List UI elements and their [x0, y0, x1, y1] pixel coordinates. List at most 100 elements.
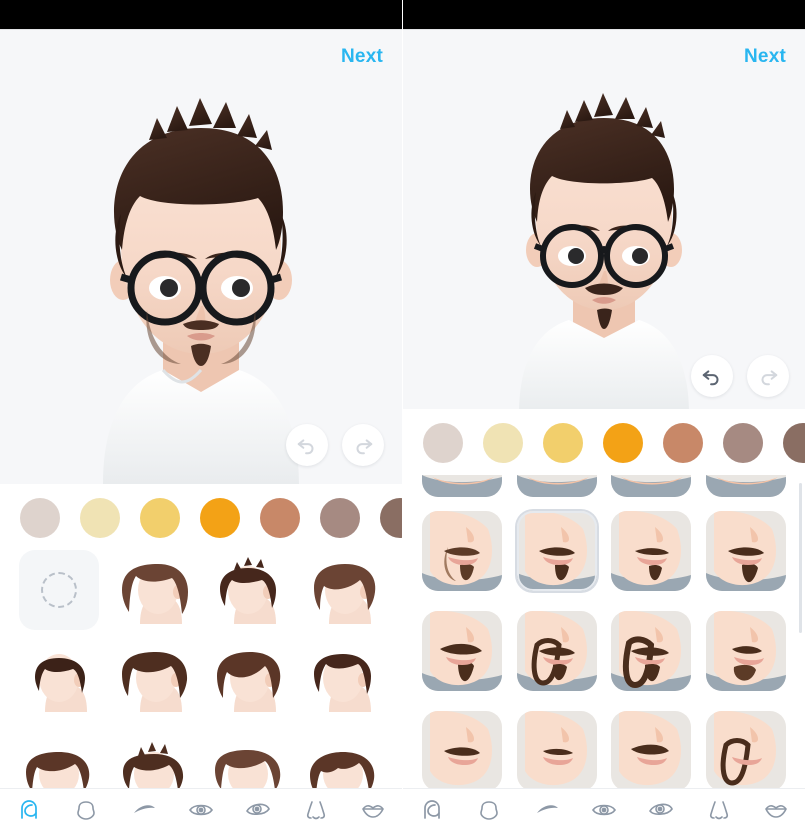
right-color-swatch-strip: [403, 409, 805, 475]
grid-item-hair-buzz-spiky[interactable]: [208, 550, 289, 630]
beard-thumb: [611, 511, 692, 591]
color-swatch-2[interactable]: [543, 423, 583, 463]
color-swatch-5[interactable]: [320, 498, 360, 538]
beard-thumb: [516, 611, 597, 691]
grid-item-beard-row4-3[interactable]: [611, 711, 692, 791]
grid-item-beard-chinstrap[interactable]: [611, 611, 692, 691]
hair-thumb: [208, 550, 289, 630]
grid-item-beard-soul-patch[interactable]: [611, 511, 692, 591]
beard-thumb: [422, 475, 503, 497]
right-avatar-stage: [403, 82, 805, 409]
status-bar: [403, 0, 805, 29]
nav-lips-button[interactable]: [345, 797, 402, 823]
grid-item-hair-layered[interactable]: [302, 726, 383, 790]
next-button[interactable]: Next: [744, 47, 786, 66]
nav-hair-button[interactable]: [0, 797, 57, 823]
undo-icon: [702, 370, 719, 386]
hair-style-grid: [0, 550, 402, 790]
nav-eyebrow-icon: [536, 804, 558, 813]
color-swatch-4[interactable]: [663, 423, 703, 463]
status-bar: [0, 0, 402, 29]
grid-item-beard-row4-4[interactable]: [705, 711, 786, 791]
redo-icon: [761, 370, 778, 386]
color-swatch-1[interactable]: [483, 423, 523, 463]
right-bottom-nav: [403, 788, 805, 830]
undo-button[interactable]: [286, 424, 328, 466]
color-swatch-6[interactable]: [380, 498, 402, 538]
hair-thumb: [208, 726, 289, 790]
color-swatch-0[interactable]: [20, 498, 60, 538]
nav-eye-button[interactable]: [172, 797, 229, 823]
nav-hair-icon: [423, 799, 440, 819]
dual-screen-comparison: Next Next: [0, 0, 805, 830]
color-swatch-0[interactable]: [423, 423, 463, 463]
nav-nose-button[interactable]: [287, 797, 344, 823]
next-button[interactable]: Next: [341, 47, 383, 66]
grid-item-beard-partial-top-2[interactable]: [516, 475, 597, 497]
grid-item-beard-horseshoe[interactable]: [422, 611, 503, 691]
color-swatch-4[interactable]: [260, 498, 300, 538]
grid-item-beard-circle-beard[interactable]: [516, 611, 597, 691]
left-avatar-stage: [0, 82, 402, 484]
redo-button[interactable]: [342, 424, 384, 466]
nav-eye-button[interactable]: [575, 797, 632, 823]
grid-item-beard-full-stubble[interactable]: [422, 511, 503, 591]
grid-item-hair-spiky-tall[interactable]: [113, 726, 194, 790]
left-phone-screen: Next: [0, 0, 402, 830]
nav-nose-button[interactable]: [690, 797, 747, 823]
nav-lips-icon: [362, 804, 385, 818]
redo-button[interactable]: [747, 355, 789, 397]
nav-face-button[interactable]: [57, 797, 114, 823]
grid-item-hair-wave-top[interactable]: [19, 726, 100, 790]
beard-thumb: [516, 511, 597, 591]
color-swatch-1[interactable]: [80, 498, 120, 538]
right-phone-screen: Next: [403, 0, 805, 830]
grid-item-beard-row4-1[interactable]: [422, 711, 503, 791]
color-swatch-2[interactable]: [140, 498, 180, 538]
grid-item-hair-none[interactable]: [19, 550, 100, 630]
right-item-grid-wrap: [403, 475, 805, 793]
nav-face-button[interactable]: [460, 797, 517, 823]
grid-scrollbar[interactable]: [799, 483, 802, 633]
nav-eyebrow-button[interactable]: [518, 797, 575, 823]
nav-lips-button[interactable]: [748, 797, 805, 823]
nav-nose-icon: [306, 800, 325, 819]
grid-item-hair-side-swept[interactable]: [302, 550, 383, 630]
beard-thumb: [611, 711, 692, 791]
grid-item-hair-round-puff[interactable]: [208, 726, 289, 790]
color-swatch-3-selected[interactable]: [200, 498, 240, 538]
grid-item-beard-anchor[interactable]: [705, 511, 786, 591]
nav-eye-alt-button[interactable]: [230, 797, 287, 823]
nav-hair-button[interactable]: [403, 797, 460, 823]
hair-thumb: [302, 550, 383, 630]
grid-item-beard-partial-top-3[interactable]: [611, 475, 692, 497]
beard-thumb: [516, 475, 597, 497]
undo-button[interactable]: [691, 355, 733, 397]
beard-thumb: [705, 475, 786, 497]
color-swatch-6[interactable]: [783, 423, 805, 463]
nav-eyebrow-icon: [133, 804, 155, 813]
hair-thumb: [302, 638, 383, 718]
nav-eyebrow-button[interactable]: [115, 797, 172, 823]
beard-grid-row-4: [403, 711, 805, 791]
hair-thumb: [208, 638, 289, 718]
grid-item-beard-row4-2[interactable]: [516, 711, 597, 791]
grid-item-beard-partial-top-1[interactable]: [422, 475, 503, 497]
color-swatch-3-selected[interactable]: [603, 423, 643, 463]
beard-thumb: [516, 711, 597, 791]
grid-item-hair-bowl-cut[interactable]: [113, 550, 194, 630]
beard-grid-row-3: [403, 611, 805, 691]
grid-item-hair-side-part[interactable]: [208, 638, 289, 718]
left-undo-redo-group: [286, 424, 384, 466]
color-swatch-5[interactable]: [723, 423, 763, 463]
left-top-bar: Next: [0, 30, 402, 82]
grid-item-beard-partial-top-4[interactable]: [705, 475, 786, 497]
grid-item-hair-messy-crop[interactable]: [113, 638, 194, 718]
grid-item-beard-mustache-chin[interactable]: [705, 611, 786, 691]
grid-item-hair-crew-cut[interactable]: [302, 638, 383, 718]
grid-item-beard-goatee-chin-selected[interactable]: [516, 511, 597, 591]
nav-eye-alt-button[interactable]: [633, 797, 690, 823]
nav-nose-icon: [709, 800, 728, 819]
beard-thumb: [422, 711, 503, 791]
grid-item-hair-short-fade[interactable]: [19, 638, 100, 718]
